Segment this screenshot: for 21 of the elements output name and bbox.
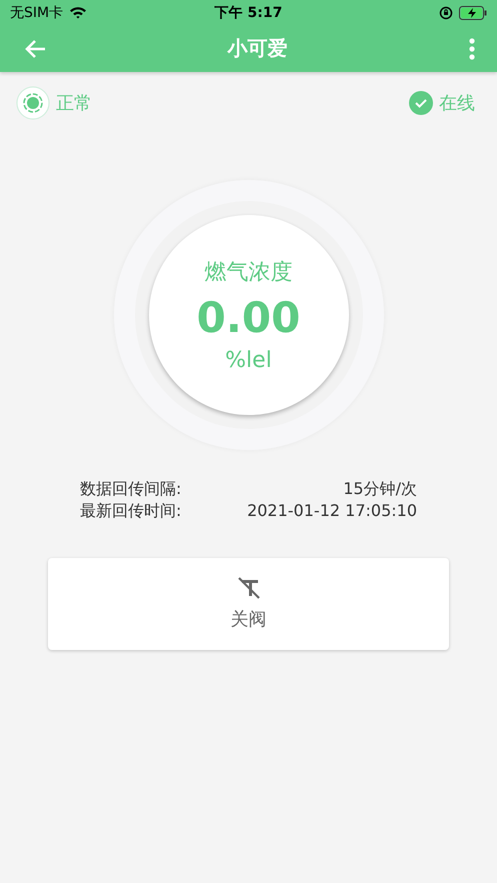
gauge-value: 0.00 (196, 293, 300, 342)
more-menu-icon[interactable] (469, 38, 475, 60)
page-title: 小可爱 (228, 35, 288, 62)
gauge-unit: %lel (225, 348, 272, 373)
info-value: 15分钟/次 (343, 478, 417, 500)
normal-status-icon (16, 86, 50, 120)
valve-off-icon (236, 577, 262, 599)
info-label: 最新回传时间: (80, 500, 182, 522)
check-circle-icon (409, 91, 433, 115)
info-label: 数据回传间隔: (80, 478, 182, 500)
rotation-lock-icon (439, 6, 453, 20)
gauge-label: 燃气浓度 (204, 259, 292, 287)
clock-text: 下午 5:17 (214, 4, 282, 22)
info-value: 2021-01-12 17:05:10 (247, 500, 417, 522)
carrier-text: 无SIM卡 (10, 4, 64, 22)
wifi-icon (69, 6, 88, 19)
connection-text: 在线 (439, 92, 475, 115)
close-valve-button[interactable]: 关阀 (48, 558, 449, 650)
back-arrow-icon[interactable] (24, 38, 46, 58)
battery-icon (459, 6, 487, 20)
device-state-text: 正常 (56, 92, 92, 115)
